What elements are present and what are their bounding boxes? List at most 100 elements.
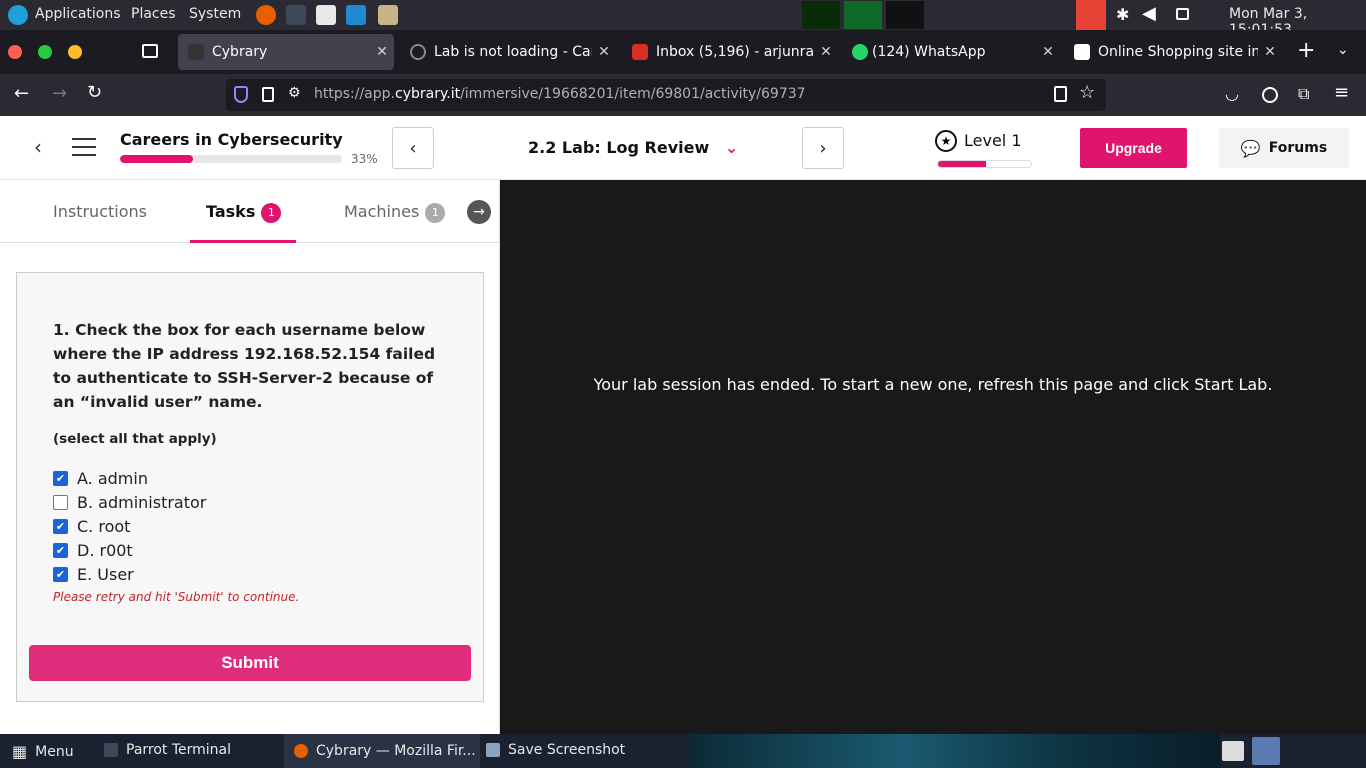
back-arrow-icon[interactable]: ← — [14, 83, 29, 104]
option-d-checkbox[interactable]: ✔ — [53, 543, 68, 558]
lab-header: ‹ Careers in Cybersecurity 33% ‹ 2.2 Lab… — [0, 116, 1366, 180]
taskbar-parrot-terminal-label: Parrot Terminal — [126, 742, 232, 758]
option-c-checkbox[interactable]: ✔ — [53, 519, 68, 534]
bookmark-star-icon[interactable]: ☆ — [1079, 82, 1095, 103]
level-label: Level 1 — [964, 131, 1022, 150]
upgrade-button[interactable]: Upgrade — [1080, 128, 1187, 168]
vscode-launcher-icon[interactable] — [346, 5, 366, 25]
tab-overview-icon[interactable] — [142, 44, 158, 58]
extensions-icon[interactable]: ⧉ — [1298, 84, 1309, 104]
terminal-icon — [104, 743, 118, 757]
minimize-window-button[interactable] — [68, 45, 82, 59]
level-star-icon: ★ — [935, 130, 957, 152]
next-activity-button[interactable]: › — [802, 127, 844, 169]
file-manager-launcher-icon[interactable] — [378, 5, 398, 25]
firefox-launcher-icon[interactable] — [256, 5, 276, 25]
taskbar-save-screenshot[interactable]: Save Screenshot — [486, 742, 625, 758]
previous-activity-button[interactable]: ‹ — [392, 127, 434, 169]
close-window-button[interactable] — [8, 45, 22, 59]
course-progress-label: 33% — [351, 152, 378, 166]
option-e[interactable]: ✔ E. User — [53, 565, 134, 584]
task-card: 1. Check the box for each username below… — [16, 272, 484, 702]
url-bar[interactable]: ⚙ https://app.cybrary.it/immersive/19668… — [226, 79, 1106, 111]
system-menu[interactable]: System — [189, 6, 241, 22]
tab-tasks-label: Tasks — [206, 202, 256, 221]
tracking-shield-icon[interactable] — [234, 86, 248, 103]
url-domain: cybrary.it — [395, 86, 461, 102]
account-icon[interactable] — [1262, 87, 1278, 103]
filezilla-tray-icon[interactable] — [1222, 741, 1244, 761]
maximize-window-button[interactable] — [38, 45, 52, 59]
taskbar-cybrary-firefox[interactable]: Cybrary — Mozilla Fir... — [284, 734, 480, 768]
submit-button[interactable]: Submit — [29, 645, 471, 681]
lock-icon[interactable] — [262, 87, 274, 102]
close-tab-icon[interactable]: ✕ — [1036, 44, 1060, 60]
tab-gmail-inbox[interactable]: Inbox (5,196) - arjunraghu ✕ — [622, 34, 838, 70]
tab-whatsapp[interactable]: (124) WhatsApp ✕ — [844, 34, 1060, 70]
tab-tasks[interactable]: Tasks 1 — [206, 202, 282, 223]
volume-icon[interactable]: ◀ — [1142, 3, 1156, 24]
reader-view-icon[interactable] — [1054, 86, 1067, 102]
arrow-right-icon[interactable]: → — [467, 200, 491, 224]
hamburger-menu-icon[interactable]: ≡ — [1334, 82, 1349, 103]
option-b[interactable]: B. administrator — [53, 493, 206, 512]
tab-lab-not-loading[interactable]: Lab is not loading - Caree ✕ — [400, 34, 616, 70]
display-icon[interactable] — [1176, 8, 1189, 20]
cybrary-page: ‹ Careers in Cybersecurity 33% ‹ 2.2 Lab… — [0, 116, 1366, 734]
applications-menu[interactable]: Applications — [35, 6, 121, 22]
memory-graph-icon — [844, 1, 882, 29]
firefox-icon — [294, 744, 308, 758]
terminal-launcher-icon[interactable] — [286, 5, 306, 25]
option-b-checkbox[interactable] — [53, 495, 68, 510]
option-e-checkbox[interactable]: ✔ — [53, 567, 68, 582]
option-a-checkbox[interactable]: ✔ — [53, 471, 68, 486]
reload-icon[interactable]: ↻ — [87, 82, 102, 103]
close-tab-icon[interactable]: ✕ — [1258, 44, 1282, 60]
option-c[interactable]: ✔ C. root — [53, 517, 130, 536]
places-menu[interactable]: Places — [131, 6, 176, 22]
lab-title-dropdown[interactable]: 2.2 Lab: Log Review ⌄ — [528, 138, 738, 157]
close-tab-icon[interactable]: ✕ — [592, 44, 616, 60]
option-a[interactable]: ✔ A. admin — [53, 469, 148, 488]
amazon-favicon-icon — [1074, 44, 1090, 60]
forward-arrow-icon[interactable]: → — [52, 83, 67, 104]
course-title[interactable]: Careers in Cybersecurity — [120, 130, 343, 149]
whatsapp-favicon-icon — [852, 44, 868, 60]
retry-message: Please retry and hit 'Submit' to continu… — [53, 590, 300, 604]
browser-nav-bar: ← → ↻ ⚙ https://app.cybrary.it/immersive… — [0, 74, 1366, 116]
forums-button[interactable]: 💬 Forums — [1219, 128, 1349, 168]
taskbar-save-screenshot-label: Save Screenshot — [508, 742, 626, 758]
parrot-logo-icon[interactable] — [8, 5, 28, 25]
url-text[interactable]: https://app.cybrary.it/immersive/1966820… — [314, 86, 806, 102]
option-e-label: E. User — [77, 565, 134, 584]
option-d[interactable]: ✔ D. r00t — [53, 541, 133, 560]
close-tab-icon[interactable]: ✕ — [814, 44, 838, 60]
taskbar-parrot-terminal[interactable]: Parrot Terminal — [104, 742, 231, 758]
pocket-icon[interactable]: ◡ — [1225, 84, 1239, 103]
cybrary-favicon-icon — [188, 44, 204, 60]
option-d-label: D. r00t — [77, 541, 133, 560]
list-tabs-chevron-down-icon[interactable]: ⌄ — [1337, 42, 1349, 58]
back-chevron-icon[interactable]: ‹ — [34, 135, 42, 159]
anydesk-tray-icon[interactable] — [1076, 0, 1106, 30]
close-tab-icon[interactable]: ✕ — [370, 44, 394, 60]
lab-session-panel: Your lab session has ended. To start a n… — [500, 180, 1366, 734]
tab-instructions[interactable]: Instructions — [53, 202, 147, 221]
bluetooth-icon[interactable]: ✱ — [1116, 5, 1129, 24]
tab-amazon[interactable]: Online Shopping site in In ✕ — [1066, 34, 1282, 70]
tab-machines[interactable]: Machines 1 — [344, 202, 446, 223]
level-progress-fill — [938, 161, 987, 167]
option-b-label: B. administrator — [77, 493, 207, 512]
hamburger-menu-icon[interactable] — [72, 138, 96, 156]
permissions-icon[interactable]: ⚙ — [288, 85, 301, 101]
start-menu-button[interactable]: ▦ Menu — [12, 742, 74, 761]
firefox-tray-icon[interactable] — [1252, 737, 1280, 765]
hamburger-middle-line — [72, 146, 96, 148]
task-panel: Instructions Tasks 1 Machines 1 → 1. Check… — [0, 180, 500, 734]
tab-cybrary[interactable]: Cybrary ✕ — [178, 34, 394, 70]
option-a-label: A. admin — [77, 469, 148, 488]
text-editor-launcher-icon[interactable] — [316, 5, 336, 25]
new-tab-button[interactable]: + — [1297, 38, 1315, 63]
taskbar-cybrary-firefox-label: Cybrary — Mozilla Fir... — [316, 743, 476, 759]
browser-tab-bar: Cybrary ✕ Lab is not loading - Caree ✕ I… — [0, 30, 1366, 74]
